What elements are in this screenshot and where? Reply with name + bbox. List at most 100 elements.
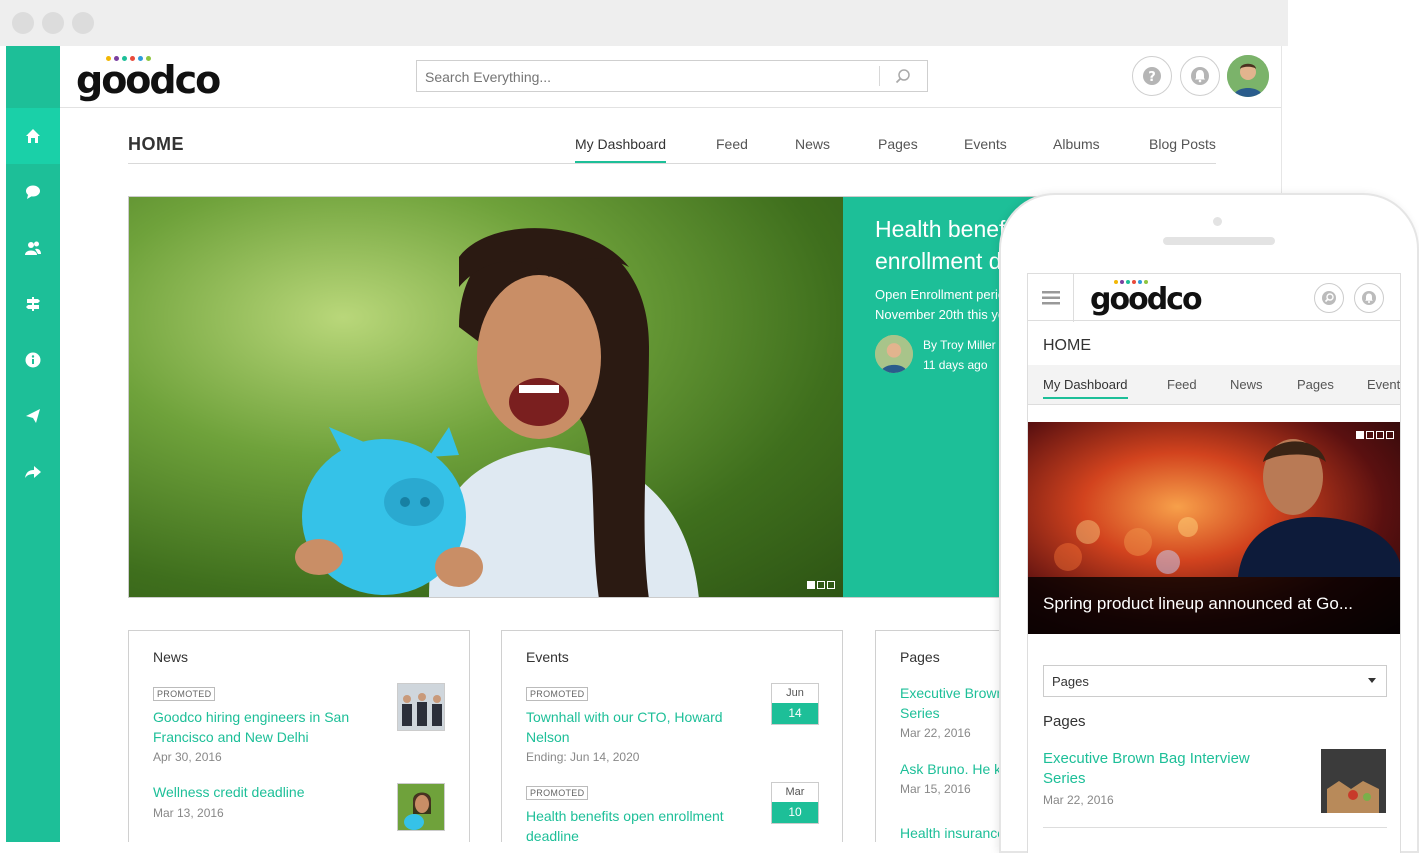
sidebar-item-directions[interactable] — [6, 276, 60, 332]
hero-time: 11 days ago — [923, 358, 988, 372]
promoted-badge: PROMOTED — [526, 687, 589, 701]
search-box — [416, 60, 928, 92]
mobile-search-button[interactable] — [1314, 283, 1344, 313]
signpost-icon — [26, 297, 40, 311]
search-input[interactable] — [425, 67, 865, 87]
tab-events[interactable]: Events — [964, 136, 1007, 161]
hero-desc-line-2: November 20th this year. — [875, 307, 1020, 322]
sidebar-item-send[interactable] — [6, 388, 60, 444]
help-button[interactable]: ? — [1132, 56, 1172, 96]
event-date-badge: Jun 14 — [771, 683, 819, 725]
hero-author[interactable]: By Troy Miller — [923, 338, 996, 352]
bell-icon — [1362, 291, 1376, 305]
mobile-section-select[interactable]: Pages — [1043, 665, 1387, 697]
event-item-link[interactable]: Townhall with our CTO, Howard Nelson — [526, 707, 723, 747]
mobile-item-title-line-2: Series — [1043, 770, 1086, 787]
mobile-logo-text: goodco — [1090, 282, 1203, 317]
news-item-date: Apr 30, 2016 — [153, 750, 222, 764]
home-icon — [26, 129, 40, 143]
sidebar-item-people[interactable] — [6, 220, 60, 276]
mobile-notifications-button[interactable] — [1354, 283, 1384, 313]
news-item-thumbnail[interactable] — [397, 683, 445, 731]
tab-news[interactable]: News — [795, 136, 830, 161]
hero-author-block: By Troy Miller 11 days ago — [923, 335, 996, 375]
news-item-link[interactable]: Wellness credit deadline — [153, 782, 305, 802]
hero-pager[interactable] — [807, 581, 835, 589]
event-item-link[interactable]: Health benefits open enrollment deadline — [526, 806, 724, 842]
search-icon[interactable] — [895, 68, 911, 89]
event-day: 14 — [772, 703, 818, 724]
chevron-down-icon — [1368, 678, 1376, 683]
mobile-hero-carousel[interactable]: Spring product lineup announced at Go... — [1028, 422, 1400, 634]
search-divider — [879, 66, 880, 86]
promoted-badge: PROMOTED — [153, 687, 216, 701]
mobile-hero-caption[interactable]: Spring product lineup announced at Go... — [1028, 577, 1400, 634]
hero-carousel[interactable]: Health benefits openenrollment deadline … — [128, 196, 1048, 598]
mobile-item-title-line-1: Executive Brown Bag Interview — [1043, 750, 1250, 767]
mobile-menu-button[interactable] — [1028, 274, 1074, 322]
mobile-tab-news[interactable]: News — [1230, 377, 1263, 392]
mobile-top-bar: goodco — [1028, 273, 1400, 322]
svg-text:?: ? — [1148, 70, 1156, 85]
event-item-meta: Ending: Jun 14, 2020 — [526, 750, 640, 764]
news-item-date: Mar 13, 2016 — [153, 806, 224, 820]
notifications-button[interactable] — [1180, 56, 1220, 96]
promoted-badge: PROMOTED — [526, 786, 589, 800]
window-minimize-dot[interactable] — [42, 12, 64, 34]
search-icon — [1322, 291, 1336, 305]
woman-with-piggy-bank-illustration — [295, 228, 699, 597]
tab-pages[interactable]: Pages — [878, 136, 918, 161]
mobile-page-item-link[interactable]: Executive Brown Bag Interview Series — [1043, 749, 1293, 789]
event-item-title-line-2: deadline — [526, 828, 579, 842]
hamburger-icon — [1041, 291, 1060, 305]
share-icon — [25, 466, 41, 478]
user-avatar[interactable] — [1227, 55, 1269, 97]
mobile-page-item-thumbnail[interactable] — [1321, 749, 1386, 813]
window-close-dot[interactable] — [12, 12, 34, 34]
left-sidebar — [6, 46, 60, 842]
tab-feed[interactable]: Feed — [716, 136, 748, 161]
window-maximize-dot[interactable] — [72, 12, 94, 34]
tab-albums[interactable]: Albums — [1053, 136, 1100, 161]
mobile-tab-feed[interactable]: Feed — [1167, 377, 1197, 392]
sidebar-item-info[interactable] — [6, 332, 60, 388]
sidebar-item-home[interactable] — [6, 108, 60, 164]
news-card-title: News — [153, 649, 189, 665]
sidebar-item-chat[interactable] — [6, 164, 60, 220]
goodco-logo[interactable]: goodco — [76, 54, 221, 102]
event-date-badge: Mar 10 — [771, 782, 819, 824]
mobile-screen: goodco HOME My Dashboard Feed News Pages… — [1027, 273, 1401, 853]
top-bar: goodco ? — [60, 46, 1281, 108]
events-card: Events PROMOTED Townhall with our CTO, H… — [501, 630, 843, 842]
news-item-link[interactable]: Goodco hiring engineers in San Francisco … — [153, 707, 349, 747]
main-tabs: My Dashboard Feed News Pages Events Albu… — [128, 136, 1216, 164]
people-icon — [25, 241, 41, 255]
mobile-page-item-date: Mar 22, 2016 — [1043, 793, 1114, 807]
page-item-title-line-2: Series — [900, 705, 940, 721]
mobile-tab-my-dashboard[interactable]: My Dashboard — [1043, 377, 1128, 399]
events-card-title: Events — [526, 649, 569, 665]
event-day: 10 — [772, 802, 818, 823]
page-title: HOME — [128, 134, 184, 154]
mobile-hero-pager[interactable] — [1356, 431, 1394, 439]
tab-blog-posts[interactable]: Blog Posts — [1149, 136, 1216, 161]
mobile-select-value: Pages — [1052, 674, 1089, 689]
mobile-item-divider — [1043, 827, 1387, 828]
tab-my-dashboard[interactable]: My Dashboard — [575, 136, 667, 163]
mobile-goodco-logo[interactable]: goodco — [1090, 280, 1203, 318]
user-avatar-image — [1227, 55, 1269, 97]
event-month: Jun — [786, 687, 804, 699]
sidebar-item-share[interactable] — [6, 444, 60, 500]
mobile-tab-pages[interactable]: Pages — [1297, 377, 1334, 392]
logo-text: goodco — [76, 58, 221, 102]
news-card: News PROMOTED Goodco hiring engineers in… — [128, 630, 470, 842]
browser-chrome — [0, 0, 1288, 46]
news-item-title-line-2: Francisco and New Delhi — [153, 729, 309, 745]
mobile-tab-events[interactable]: Events — [1367, 377, 1400, 392]
phone-camera — [1213, 217, 1222, 226]
phone-speaker — [1163, 237, 1275, 245]
mobile-page-title: HOME — [1043, 337, 1091, 354]
news-item-thumbnail[interactable] — [397, 783, 445, 831]
mobile-tabs: My Dashboard Feed News Pages Events — [1028, 365, 1400, 405]
event-month: Mar — [785, 786, 805, 798]
